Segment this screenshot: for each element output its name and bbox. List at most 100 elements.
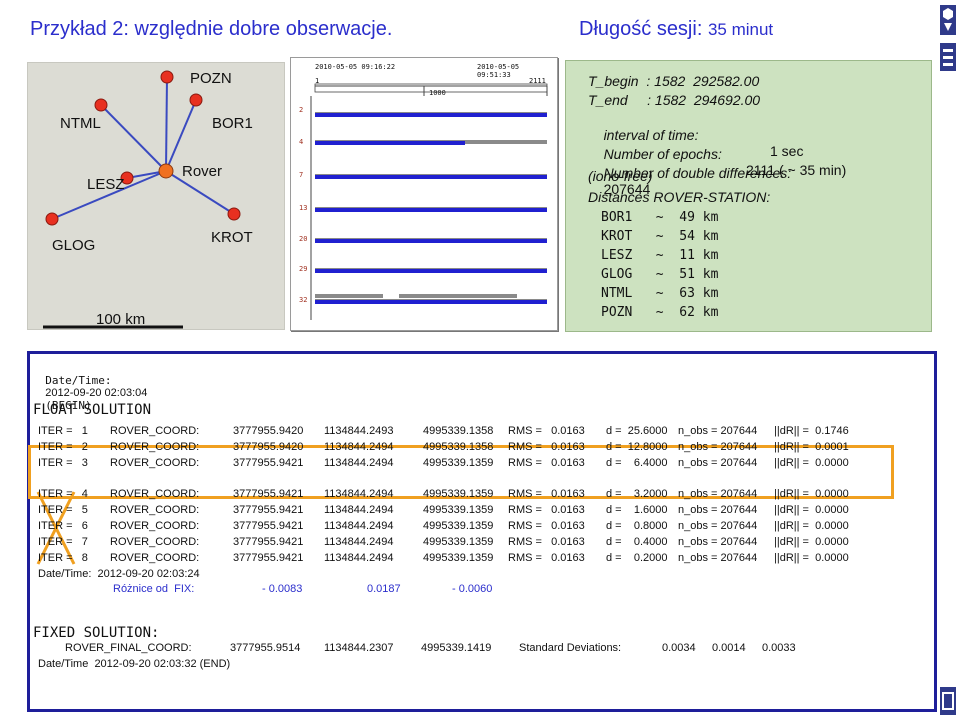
std-dev-label: Standard Deviations: [519, 642, 622, 654]
std-dev-value: 0.0033 [762, 642, 796, 654]
rms: RMS = 0.0163 [508, 457, 585, 469]
coord-z: 4995339.1359 [423, 552, 494, 564]
iteration-row: ITER = 1 ROVER_COORD: 3777955.9420 11348… [38, 425, 908, 441]
n-obs: n_obs = 207644 [678, 425, 758, 437]
coord-x: 3777955.9421 [233, 552, 304, 564]
diff-from-fix-value: 0.0187 [367, 583, 401, 595]
t-begin: T_begin : 1582 292582.00 [588, 73, 760, 89]
t-end: T_end : 1582 294692.00 [588, 92, 761, 108]
coord-y: 1134844.2494 [324, 457, 394, 469]
rms: RMS = 0.0163 [508, 488, 585, 500]
d-value: d = 0.8000 [606, 520, 668, 532]
sat-label: 4 [299, 138, 304, 146]
rover-icon [158, 163, 174, 179]
coord-label: ROVER_COORD: [110, 441, 200, 453]
coord-x: 3777955.9420 [233, 441, 304, 453]
station-ntml-icon [94, 98, 108, 112]
session-info-panel: T_begin : 1582 292582.00 T_end : 1582 29… [565, 60, 932, 332]
session-length-label: Długość sesji: [579, 18, 703, 40]
rms: RMS = 0.0163 [508, 520, 585, 532]
coord-y: 1134844.2494 [324, 520, 394, 532]
station-label-lesz: LESZ [87, 176, 125, 193]
coord-z: 4995339.1359 [423, 536, 494, 548]
d-value: d = 3.2000 [606, 488, 668, 500]
end-datetime: Date/Time 2012-09-20 02:03:32 (END) [38, 658, 231, 670]
std-dev-value: 0.0034 [662, 642, 696, 654]
n-obs: n_obs = 207644 [678, 536, 758, 548]
d-value: d = 0.2000 [606, 552, 668, 564]
final-coord-y: 1134844.2307 [324, 642, 394, 654]
iter-number: ITER = 6 [38, 520, 88, 532]
n-obs: n_obs = 207644 [678, 520, 758, 532]
coord-z: 4995339.1358 [423, 425, 494, 437]
iteration-row: ITER = 3 ROVER_COORD: 3777955.9421 11348… [38, 457, 908, 473]
begin-prefix: Date/Time: [45, 374, 112, 387]
iteration-row: ITER = 7 ROVER_COORD: 3777955.9421 11348… [38, 536, 908, 552]
iter-number: ITER = 4 [38, 488, 88, 500]
rms: RMS = 0.0163 [508, 504, 585, 516]
coord-label: ROVER_COORD: [110, 552, 200, 564]
diff-from-fix-value: - 0.0083 [262, 583, 303, 595]
fixed-solution-title: FIXED SOLUTION: [33, 625, 160, 641]
sat-label: 29 [299, 265, 308, 273]
station-label-rover: Rover [182, 163, 223, 180]
coord-label: ROVER_COORD: [110, 457, 200, 469]
coord-z: 4995339.1359 [423, 504, 494, 516]
epoch-tick-label: 1000 [429, 89, 446, 97]
coord-y: 1134844.2494 [324, 488, 394, 500]
iteration-row: ITER = 5 ROVER_COORD: 3777955.9421 11348… [38, 504, 908, 520]
final-coord-row: ROVER_FINAL_COORD: 3777955.9514 1134844.… [65, 642, 935, 658]
coord-label: ROVER_COORD: [110, 504, 200, 516]
dr-norm: ||dR|| = 0.0000 [774, 504, 849, 516]
n-obs: n_obs = 207644 [678, 504, 758, 516]
iteration-row: ITER = 2 ROVER_COORD: 3777955.9420 11348… [38, 441, 908, 457]
n-obs: n_obs = 207644 [678, 552, 758, 564]
d-value: d = 1.6000 [606, 504, 668, 516]
rms: RMS = 0.0163 [508, 425, 585, 437]
sat-label: 20 [299, 235, 308, 243]
d-value: d = 12.8000 [606, 441, 668, 453]
dr-norm: ||dR|| = 0.0000 [774, 457, 849, 469]
coord-y: 1134844.2494 [324, 536, 394, 548]
station-bor1-icon [189, 93, 203, 107]
diff-from-fix-label: Różnice od FIX: [113, 583, 195, 595]
coord-z: 4995339.1359 [423, 488, 494, 500]
station-network-map: POZN NTML BOR1 LESZ Rover GLOG KROT 100 … [27, 62, 285, 330]
scale-label: 100 km [96, 311, 146, 328]
iteration-row: ITER = 8 ROVER_COORD: 3777955.9421 11348… [38, 552, 908, 568]
iter-number: ITER = 7 [38, 536, 88, 548]
coord-y: 1134844.2494 [324, 504, 394, 516]
sat-label: 13 [299, 204, 308, 212]
float-end-line: Date/Time: 2012-09-20 02:03:24 [38, 568, 908, 584]
coord-label: ROVER_COORD: [110, 536, 200, 548]
iter-number: ITER = 3 [38, 457, 88, 469]
slide-title: Przykład 2: względnie dobre obserwacje. [30, 18, 393, 40]
coord-y: 1134844.2494 [324, 552, 394, 564]
distance-row: NTML ~ 63 km [601, 286, 719, 301]
float-end-datetime: Date/Time: 2012-09-20 02:03:24 [38, 568, 200, 580]
iter-number: ITER = 1 [38, 425, 88, 437]
coord-x: 3777955.9421 [233, 520, 304, 532]
station-label-bor1: BOR1 [212, 115, 253, 132]
iteration-row: ITER = 6 ROVER_COORD: 3777955.9421 11348… [38, 520, 908, 536]
dr-norm: ||dR|| = 0.0000 [774, 520, 849, 532]
university-logo-icon [938, 3, 958, 715]
final-coord-label: ROVER_FINAL_COORD: [65, 642, 192, 654]
coord-x: 3777955.9420 [233, 425, 304, 437]
rms: RMS = 0.0163 [508, 536, 585, 548]
end-line: Date/Time 2012-09-20 02:03:32 (END) [38, 658, 908, 674]
coord-y: 1134844.2493 [324, 425, 394, 437]
iono-free: (iono-free) [588, 168, 653, 184]
diff-from-fix-value: - 0.0060 [452, 583, 493, 595]
float-solution-title: FLOAT SOLUTION [33, 402, 152, 418]
n-obs: n_obs = 207644 [678, 441, 758, 453]
session-length: Długość sesji: 35 minut [579, 18, 773, 41]
rms: RMS = 0.0163 [508, 552, 585, 564]
distance-row: LESZ ~ 11 km [601, 248, 719, 263]
session-length-value: 35 minut [707, 20, 774, 39]
iter-number: ITER = 5 [38, 504, 88, 516]
station-glog-icon [45, 212, 59, 226]
begin-datetime: 2012-09-20 02:03:04 [45, 387, 148, 399]
dr-norm: ||dR|| = 0.0000 [774, 488, 849, 500]
coord-label: ROVER_COORD: [110, 520, 200, 532]
